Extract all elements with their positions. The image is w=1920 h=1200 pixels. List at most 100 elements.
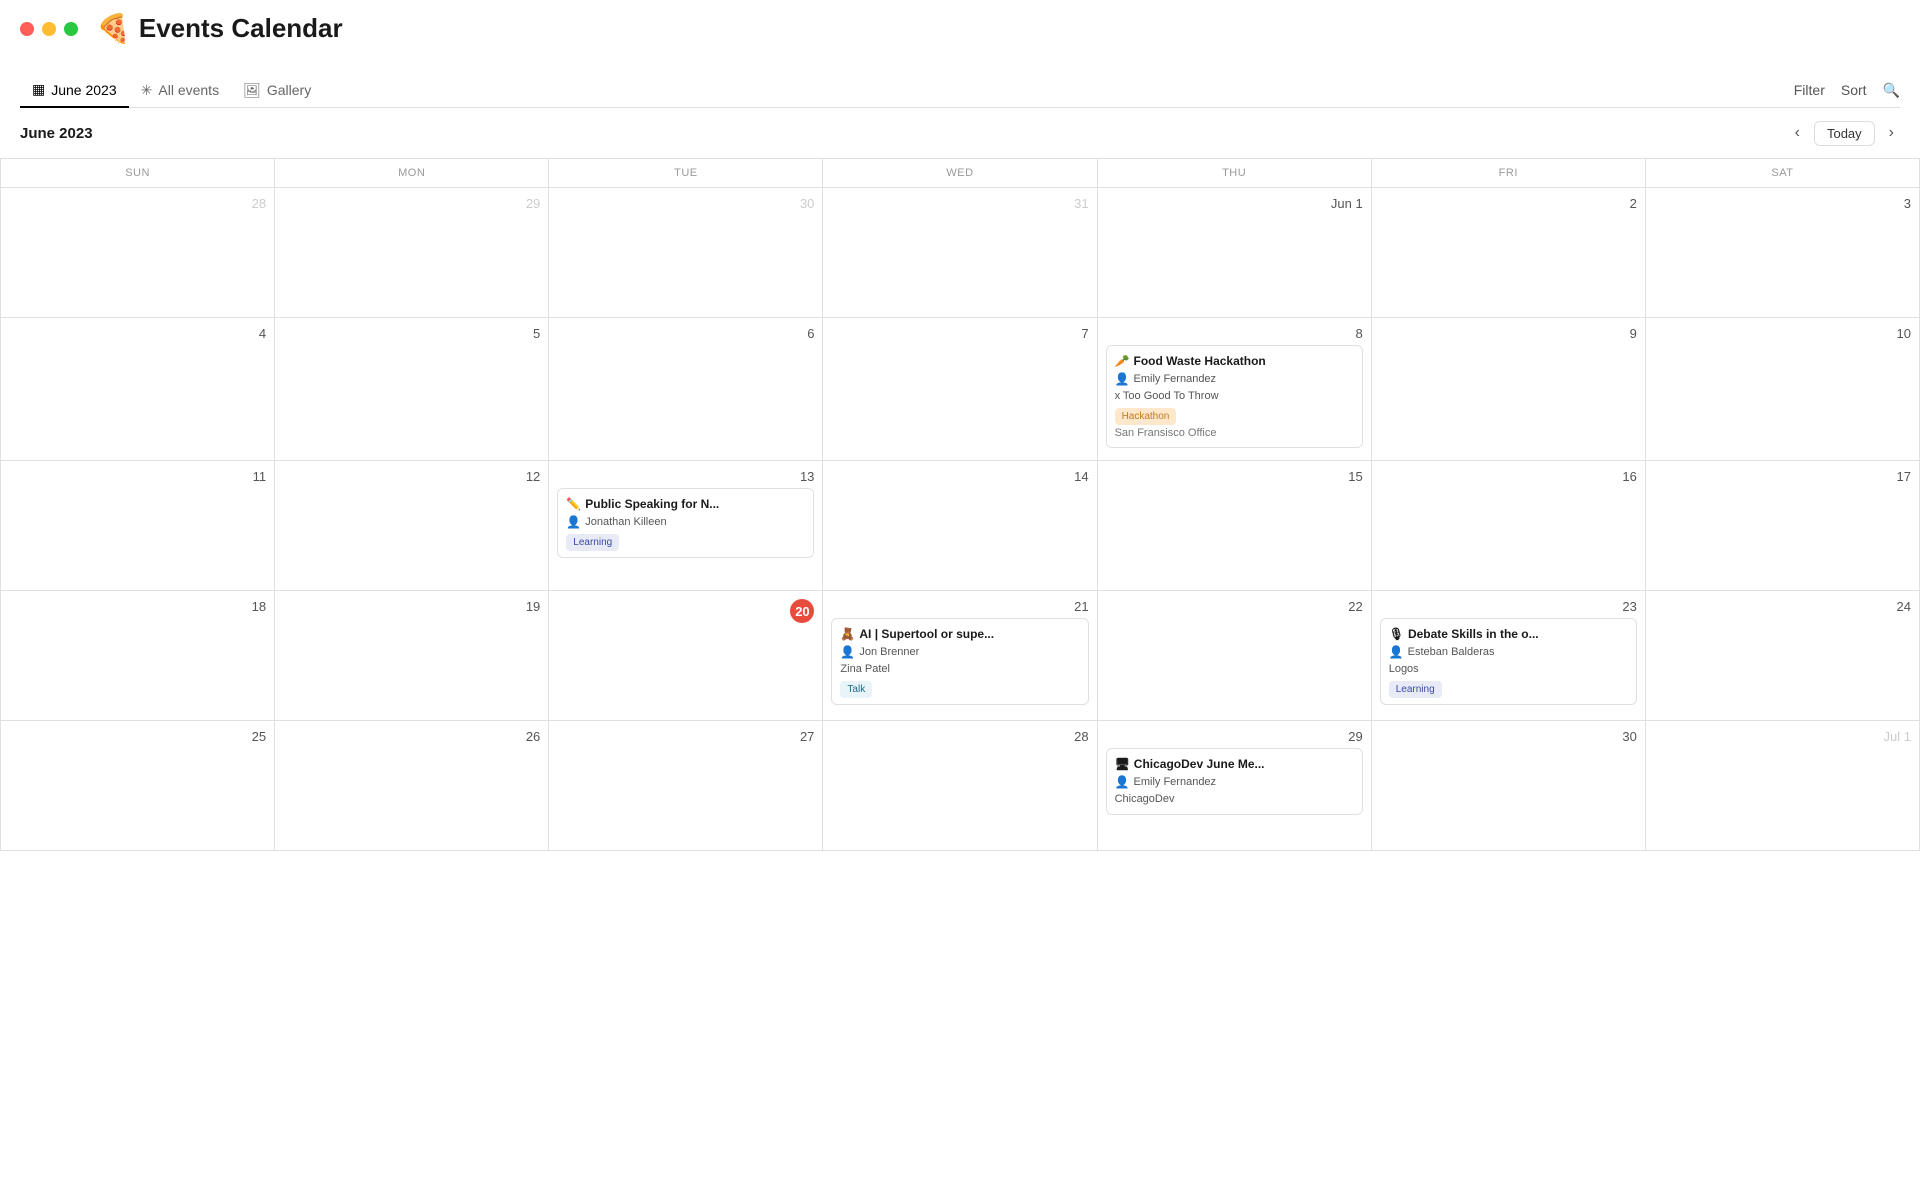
day-cell-1-3[interactable]: 7 (823, 318, 1097, 461)
day-cell-4-4[interactable]: 29🖥 ChicagoDev June Me...👤 Emily Fernand… (1098, 721, 1372, 851)
event-card-food-waste[interactable]: 🥕 Food Waste Hackathon👤 Emily Fernandezx… (1106, 345, 1363, 448)
day-cell-3-2[interactable]: 20 (549, 591, 823, 721)
day-cell-2-3[interactable]: 14 (823, 461, 1097, 591)
day-cell-2-6[interactable]: 17 (1646, 461, 1920, 591)
day-cell-0-5[interactable]: 2 (1372, 188, 1646, 318)
search-icon[interactable]: 🔍 (1883, 82, 1900, 99)
day-number-3-6: 24 (1654, 599, 1911, 614)
asterisk-icon: ✳ (141, 82, 153, 99)
day-cell-0-4[interactable]: Jun 1 (1098, 188, 1372, 318)
event-card-chicagodev[interactable]: 🖥 ChicagoDev June Me...👤 Emily Fernandez… (1106, 748, 1363, 815)
event-title-food-waste: 🥕 Food Waste Hackathon (1115, 352, 1354, 370)
day-number-2-6: 17 (1654, 469, 1911, 484)
day-headers: SUN MON TUE WED THU FRI SAT (1, 159, 1920, 188)
week-row-4: 25 26272829🖥 ChicagoDev June Me...👤 Emily… (1, 721, 1920, 851)
day-cell-1-6[interactable]: 10 (1646, 318, 1920, 461)
day-cell-4-5[interactable]: 30 (1372, 721, 1646, 851)
day-header-fri: FRI (1372, 159, 1646, 188)
day-header-wed: WED (823, 159, 1097, 188)
maximize-button[interactable] (64, 22, 78, 36)
event-title-chicagodev: 🖥 ChicagoDev June Me... (1115, 755, 1354, 773)
day-number-4-0: 25 (9, 729, 266, 744)
event-title-debate-skills: 🎙 Debate Skills in the o... (1389, 625, 1628, 643)
week-row-2: 111213✏️ Public Speaking for N...👤 Jonat… (1, 461, 1920, 591)
week-row-1: 4567 8 🥕 Food Waste Hackathon👤 Emily Ferna… (1, 318, 1920, 461)
day-cell-3-4[interactable]: 22 (1098, 591, 1372, 721)
event-location-food-waste: San Fransisco Office (1115, 425, 1354, 442)
week-row-0: 28 29 30 31 Jun 123 (1, 188, 1920, 318)
day-number-0-0: 28 (9, 196, 266, 211)
tab-bar: ▦ June 2023 ✳ All events 🖼 Gallery Filte… (20, 73, 1900, 108)
day-cell-0-1[interactable]: 29 (275, 188, 549, 318)
event-person-chicagodev: 👤 Emily Fernandez (1115, 773, 1354, 791)
day-header-mon: MON (275, 159, 549, 188)
event-person-public-speaking: 👤 Jonathan Killeen (566, 513, 805, 531)
day-cell-4-0[interactable]: 25 (1, 721, 275, 851)
day-number-0-6: 3 (1654, 196, 1911, 211)
day-number-3-1: 19 (283, 599, 540, 614)
day-number-0-2: 30 (557, 196, 814, 211)
day-cell-1-5[interactable]: 9 (1372, 318, 1646, 461)
weeks: 28293031Jun 12345678🥕 Food Waste Hackath… (1, 188, 1920, 851)
day-cell-3-3[interactable]: 21 🧸 AI | Supertool or supe...👤 Jon Brenn… (823, 591, 1097, 721)
event-card-public-speaking[interactable]: ✏️ Public Speaking for N...👤 Jonathan Ki… (557, 488, 814, 558)
header: ▦ June 2023 ✳ All events 🖼 Gallery Filte… (0, 45, 1920, 108)
day-cell-0-2[interactable]: 30 (549, 188, 823, 318)
day-cell-2-5[interactable]: 16 (1372, 461, 1646, 591)
day-number-3-4: 22 (1106, 599, 1363, 614)
event-tag-ai-supertool: Talk (840, 681, 872, 698)
day-cell-0-3[interactable]: 31 (823, 188, 1097, 318)
day-cell-0-0[interactable]: 28 (1, 188, 275, 318)
close-button[interactable] (20, 22, 34, 36)
tab-calendar[interactable]: ▦ June 2023 (20, 73, 129, 108)
event-org-ai-supertool: Zina Patel (840, 661, 1079, 678)
day-cell-3-5[interactable]: 23 🎙 Debate Skills in the o...👤 Esteban B… (1372, 591, 1646, 721)
day-number-1-1: 5 (283, 326, 540, 341)
day-number-0-1: 29 (283, 196, 540, 211)
day-cell-4-6[interactable]: Jul 1 (1646, 721, 1920, 851)
event-card-ai-supertool[interactable]: 🧸 AI | Supertool or supe...👤 Jon Brenner… (831, 618, 1088, 705)
filter-button[interactable]: Filter (1794, 82, 1825, 98)
day-number-3-3: 21 (831, 599, 1088, 614)
next-month-button[interactable]: › (1883, 120, 1900, 146)
day-cell-4-1[interactable]: 26 (275, 721, 549, 851)
calendar-nav: June 2023 ‹ Today › (0, 108, 1920, 158)
day-cell-2-0[interactable]: 11 (1, 461, 275, 591)
day-cell-2-1[interactable]: 12 (275, 461, 549, 591)
event-org-food-waste: x Too Good To Throw (1115, 388, 1354, 405)
day-number-0-3: 31 (831, 196, 1088, 211)
day-cell-3-6[interactable]: 24 (1646, 591, 1920, 721)
minimize-button[interactable] (42, 22, 56, 36)
day-cell-1-0[interactable]: 4 (1, 318, 275, 461)
day-cell-1-4[interactable]: 8 🥕 Food Waste Hackathon👤 Emily Fernandez… (1098, 318, 1372, 461)
event-tag-food-waste: Hackathon (1115, 408, 1177, 425)
day-number-3-5: 23 (1380, 599, 1637, 614)
day-number-3-0: 18 (9, 599, 266, 614)
week-row-3: 18 19 20 21 🧸 AI | Supertool or supe...👤 Jon… (1, 591, 1920, 721)
day-cell-3-0[interactable]: 18 (1, 591, 275, 721)
day-cell-0-6[interactable]: 3 (1646, 188, 1920, 318)
event-card-debate-skills[interactable]: 🎙 Debate Skills in the o...👤 Esteban Bal… (1380, 618, 1637, 705)
tab-all-events[interactable]: ✳ All events (129, 74, 231, 107)
tab-gallery-label: Gallery (267, 82, 311, 98)
day-number-3-2: 20 (790, 599, 814, 623)
day-number-1-4: 8 (1106, 326, 1363, 341)
day-cell-1-1[interactable]: 5 (275, 318, 549, 461)
calendar-grid: SUN MON TUE WED THU FRI SAT 28 29 30 31 Jun … (0, 158, 1920, 851)
day-cell-3-1[interactable]: 19 (275, 591, 549, 721)
day-cell-4-2[interactable]: 27 (549, 721, 823, 851)
day-header-sun: SUN (1, 159, 275, 188)
day-cell-2-2[interactable]: 13✏️ Public Speaking for N...👤 Jonathan … (549, 461, 823, 591)
tab-gallery[interactable]: 🖼 Gallery (231, 74, 323, 107)
event-tag-debate-skills: Learning (1389, 681, 1442, 698)
prev-month-button[interactable]: ‹ (1789, 120, 1806, 146)
day-cell-1-2[interactable]: 6 (549, 318, 823, 461)
day-cell-2-4[interactable]: 15 (1098, 461, 1372, 591)
sort-button[interactable]: Sort (1841, 82, 1867, 98)
event-person-debate-skills: 👤 Esteban Balderas (1389, 643, 1628, 661)
event-org-debate-skills: Logos (1389, 661, 1628, 678)
day-cell-4-3[interactable]: 28 (823, 721, 1097, 851)
today-button[interactable]: Today (1814, 121, 1875, 146)
day-number-1-3: 7 (831, 326, 1088, 341)
header-actions: Filter Sort 🔍 (1794, 82, 1900, 99)
